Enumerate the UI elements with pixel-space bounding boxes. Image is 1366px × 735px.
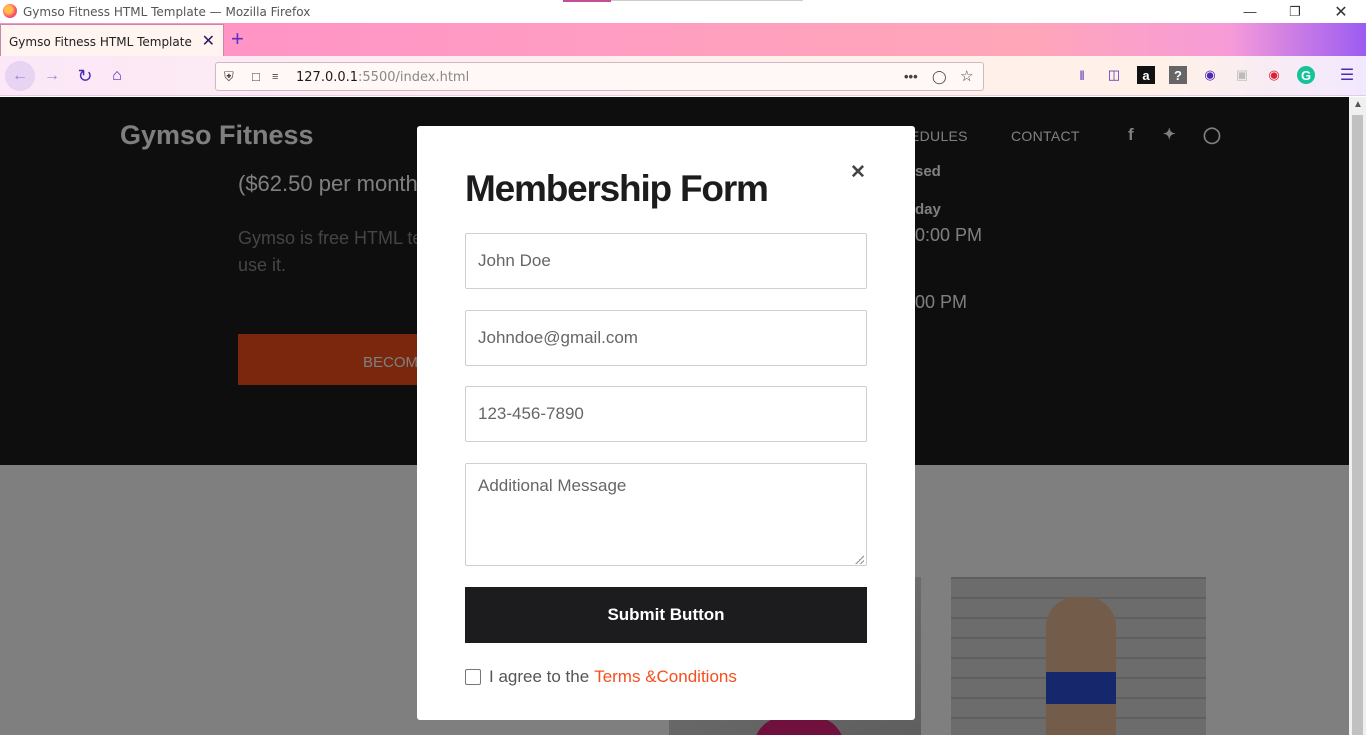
window-close-icon[interactable]: ✕ (1318, 0, 1364, 23)
back-arrow-icon[interactable]: ← (5, 61, 35, 91)
shield-icon[interactable]: ⛨ (224, 69, 234, 85)
name-input[interactable] (465, 233, 867, 289)
minimize-icon[interactable]: — (1227, 0, 1273, 23)
window-titlebar: Gymso Fitness HTML Template — Mozilla Fi… (0, 0, 1366, 23)
sidebar-icon[interactable]: ◫ (1105, 66, 1123, 84)
resize-grip-icon[interactable] (855, 555, 864, 564)
navigation-toolbar: ← → ↻ ⌂ ⛨ □ ≡ 127.0.0.1:5500/index.html … (0, 56, 1366, 96)
pocket-save-icon[interactable]: ◉ (1265, 66, 1283, 84)
window-title: Gymso Fitness HTML Template — Mozilla Fi… (23, 5, 311, 19)
scrollbar-thumb[interactable] (1352, 115, 1363, 735)
reload-icon[interactable]: ↻ (71, 63, 99, 89)
email-input[interactable] (465, 310, 867, 366)
forward-arrow-icon[interactable]: → (38, 63, 66, 89)
terms-agreement: I agree to the Terms &Conditions (465, 667, 737, 687)
amazon-icon[interactable]: a (1137, 66, 1155, 84)
grammarly-icon[interactable]: G (1297, 66, 1315, 84)
scroll-up-icon[interactable]: ▲ (1353, 99, 1363, 110)
url-text[interactable]: 127.0.0.1:5500/index.html (296, 70, 469, 85)
menu-icon[interactable]: ☰ (1338, 66, 1356, 84)
page-actions-icon[interactable]: ••• (904, 69, 918, 84)
tab-title: Gymso Fitness HTML Template (9, 35, 192, 49)
help-extension-icon[interactable]: ? (1169, 66, 1187, 84)
modal-title: Membership Form (465, 168, 769, 209)
page-icon: □ (252, 69, 260, 84)
pocket-icon[interactable]: ◯ (932, 69, 947, 85)
home-icon[interactable]: ⌂ (103, 63, 131, 89)
new-tab-icon[interactable]: + (231, 26, 244, 52)
url-bar[interactable]: ⛨ □ ≡ 127.0.0.1:5500/index.html ••• ◯ ☆ (215, 62, 984, 91)
phone-input[interactable] (465, 386, 867, 442)
membership-modal: Membership Form ✕ Submit Button I agree … (417, 126, 915, 720)
terms-checkbox[interactable] (465, 669, 481, 685)
titlebar-divider (611, 0, 803, 1)
account-icon[interactable]: ◉ (1201, 66, 1219, 84)
firefox-logo-icon (3, 4, 17, 18)
tab-active[interactable]: Gymso Fitness HTML Template ✕ (0, 24, 224, 56)
agree-label: I agree to the (489, 667, 590, 686)
tab-strip: Gymso Fitness HTML Template ✕ + (0, 23, 1366, 56)
close-icon[interactable]: ✕ (850, 161, 866, 184)
message-textarea[interactable] (465, 463, 867, 566)
permissions-icon[interactable]: ≡ (272, 71, 278, 83)
extension-icon[interactable]: ▣ (1233, 66, 1251, 84)
library-icon[interactable]: ‖ (1073, 66, 1091, 84)
submit-button[interactable]: Submit Button (465, 587, 867, 643)
restore-icon[interactable]: ❐ (1272, 0, 1318, 23)
terms-link[interactable]: Terms &Conditions (594, 667, 737, 687)
bookmark-star-icon[interactable]: ☆ (960, 67, 973, 85)
page-scrollbar[interactable]: ▲ (1349, 97, 1366, 735)
tab-close-icon[interactable]: ✕ (202, 31, 215, 50)
titlebar-accent (563, 0, 611, 2)
